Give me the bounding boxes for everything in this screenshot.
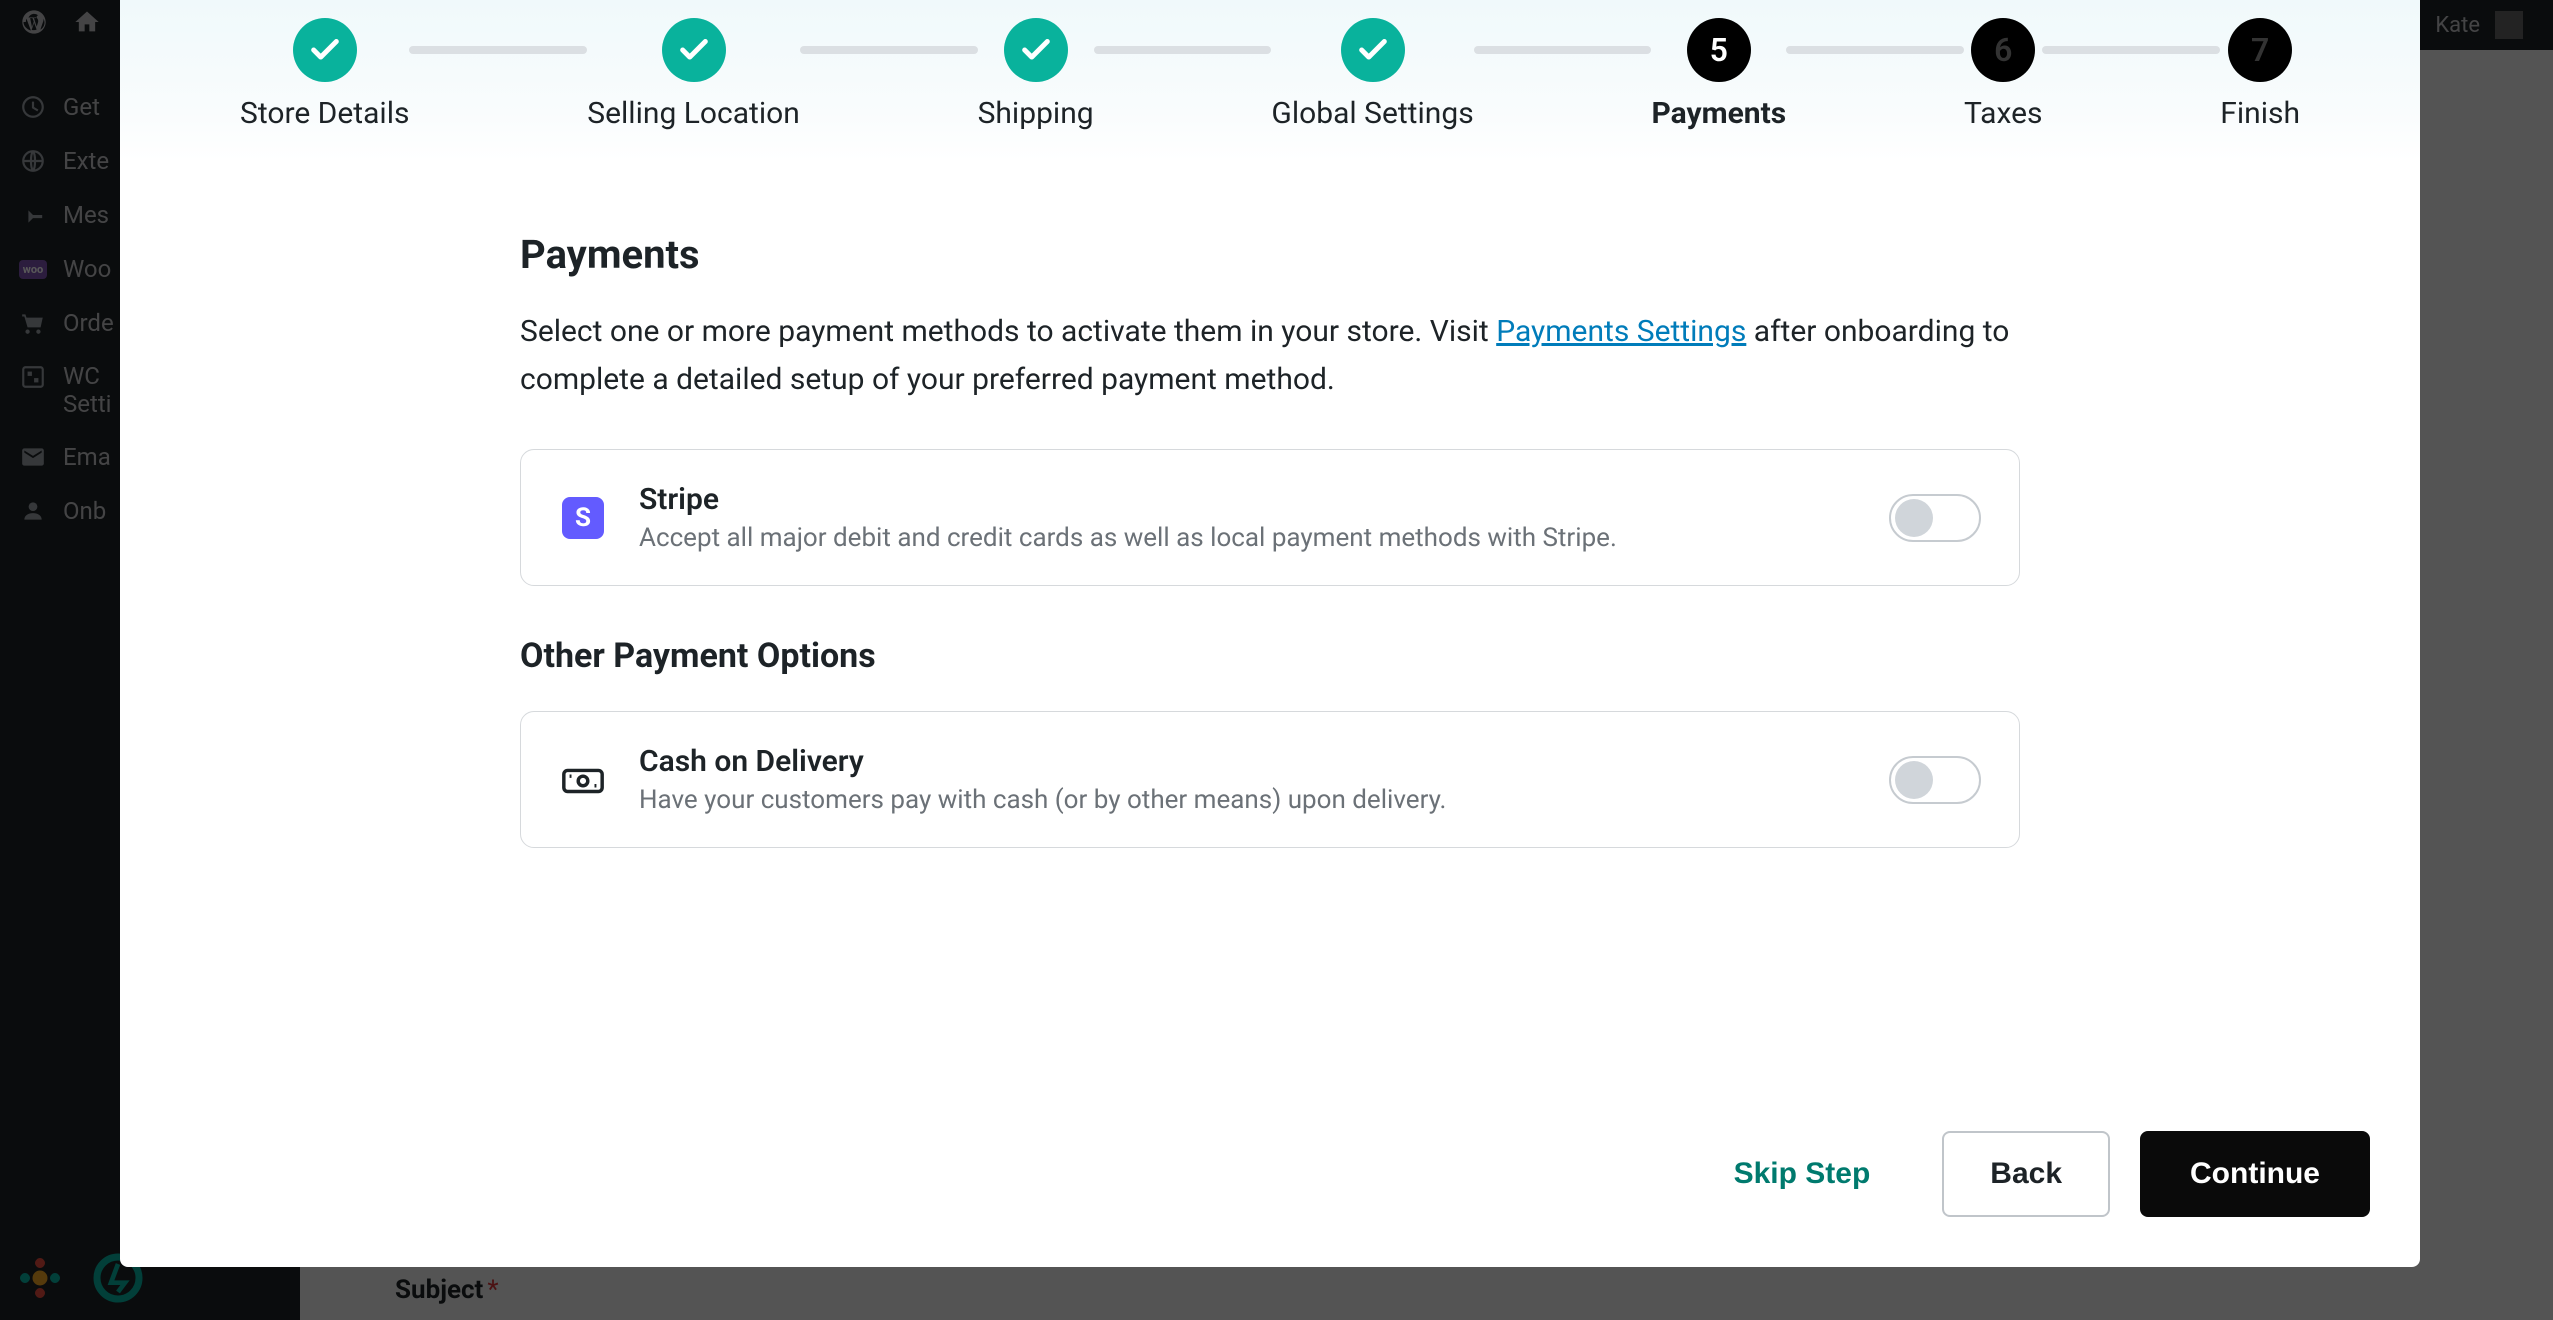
back-button[interactable]: Back: [1942, 1131, 2110, 1217]
check-icon: [677, 33, 711, 67]
step-payments[interactable]: 5 Payments: [1651, 18, 1786, 131]
wizard-header: Store Details Selling Location Shipping: [120, 0, 2420, 161]
step-connector: [409, 46, 587, 54]
stepper: Store Details Selling Location Shipping: [240, 18, 2300, 131]
step-connector: [1094, 46, 1272, 54]
step-finish[interactable]: 7 Finish: [2220, 18, 2300, 131]
payment-name: Stripe: [639, 482, 1857, 517]
payments-settings-link[interactable]: Payments Settings: [1496, 314, 1746, 349]
step-connector: [800, 46, 978, 54]
cod-toggle[interactable]: [1889, 756, 1981, 804]
stripe-toggle[interactable]: [1889, 494, 1981, 542]
check-icon: [1019, 33, 1053, 67]
step-circle-pending: 6: [1971, 18, 2035, 82]
step-global-settings[interactable]: Global Settings: [1271, 18, 1473, 131]
skip-step-button[interactable]: Skip Step: [1692, 1131, 1913, 1217]
continue-button[interactable]: Continue: [2140, 1131, 2370, 1217]
step-store-details[interactable]: Store Details: [240, 18, 409, 131]
step-label: Shipping: [978, 96, 1094, 131]
payment-method-stripe: S Stripe Accept all major debit and cred…: [520, 449, 2020, 586]
step-label: Payments: [1651, 96, 1786, 131]
step-shipping[interactable]: Shipping: [978, 18, 1094, 131]
step-circle-completed: [662, 18, 726, 82]
step-connector: [1474, 46, 1652, 54]
setup-wizard-modal: Store Details Selling Location Shipping: [120, 0, 2420, 1267]
section-description: Select one or more payment methods to ac…: [520, 308, 2020, 404]
step-selling-location[interactable]: Selling Location: [587, 18, 800, 131]
step-connector: [2042, 46, 2220, 54]
payment-description: Have your customers pay with cash (or by…: [639, 785, 1857, 815]
payment-name: Cash on Delivery: [639, 744, 1857, 779]
step-circle-completed: [1004, 18, 1068, 82]
step-label: Taxes: [1964, 96, 2043, 131]
payment-description: Accept all major debit and credit cards …: [639, 523, 1857, 553]
payment-method-cod: Cash on Delivery Have your customers pay…: [520, 711, 2020, 848]
step-label: Finish: [2220, 96, 2300, 131]
step-connector: [1786, 46, 1964, 54]
step-label: Store Details: [240, 96, 409, 131]
step-label: Selling Location: [587, 96, 800, 131]
step-taxes[interactable]: 6 Taxes: [1964, 18, 2043, 131]
step-circle-active: 5: [1687, 18, 1751, 82]
cash-icon: [559, 756, 607, 804]
payment-info: Cash on Delivery Have your customers pay…: [639, 744, 1857, 815]
other-options-title: Other Payment Options: [520, 636, 2020, 676]
step-label: Global Settings: [1271, 96, 1473, 131]
page-title: Payments: [520, 231, 2020, 278]
check-icon: [1356, 33, 1390, 67]
step-circle-pending: 7: [2228, 18, 2292, 82]
toggle-knob: [1895, 761, 1933, 799]
toggle-knob: [1895, 499, 1933, 537]
step-circle-completed: [1341, 18, 1405, 82]
step-circle-completed: [293, 18, 357, 82]
stripe-icon: S: [559, 494, 607, 542]
wizard-footer: Skip Step Back Continue: [120, 1101, 2420, 1267]
payment-info: Stripe Accept all major debit and credit…: [639, 482, 1857, 553]
wizard-body: Payments Select one or more payment meth…: [120, 161, 2420, 1101]
check-icon: [308, 33, 342, 67]
